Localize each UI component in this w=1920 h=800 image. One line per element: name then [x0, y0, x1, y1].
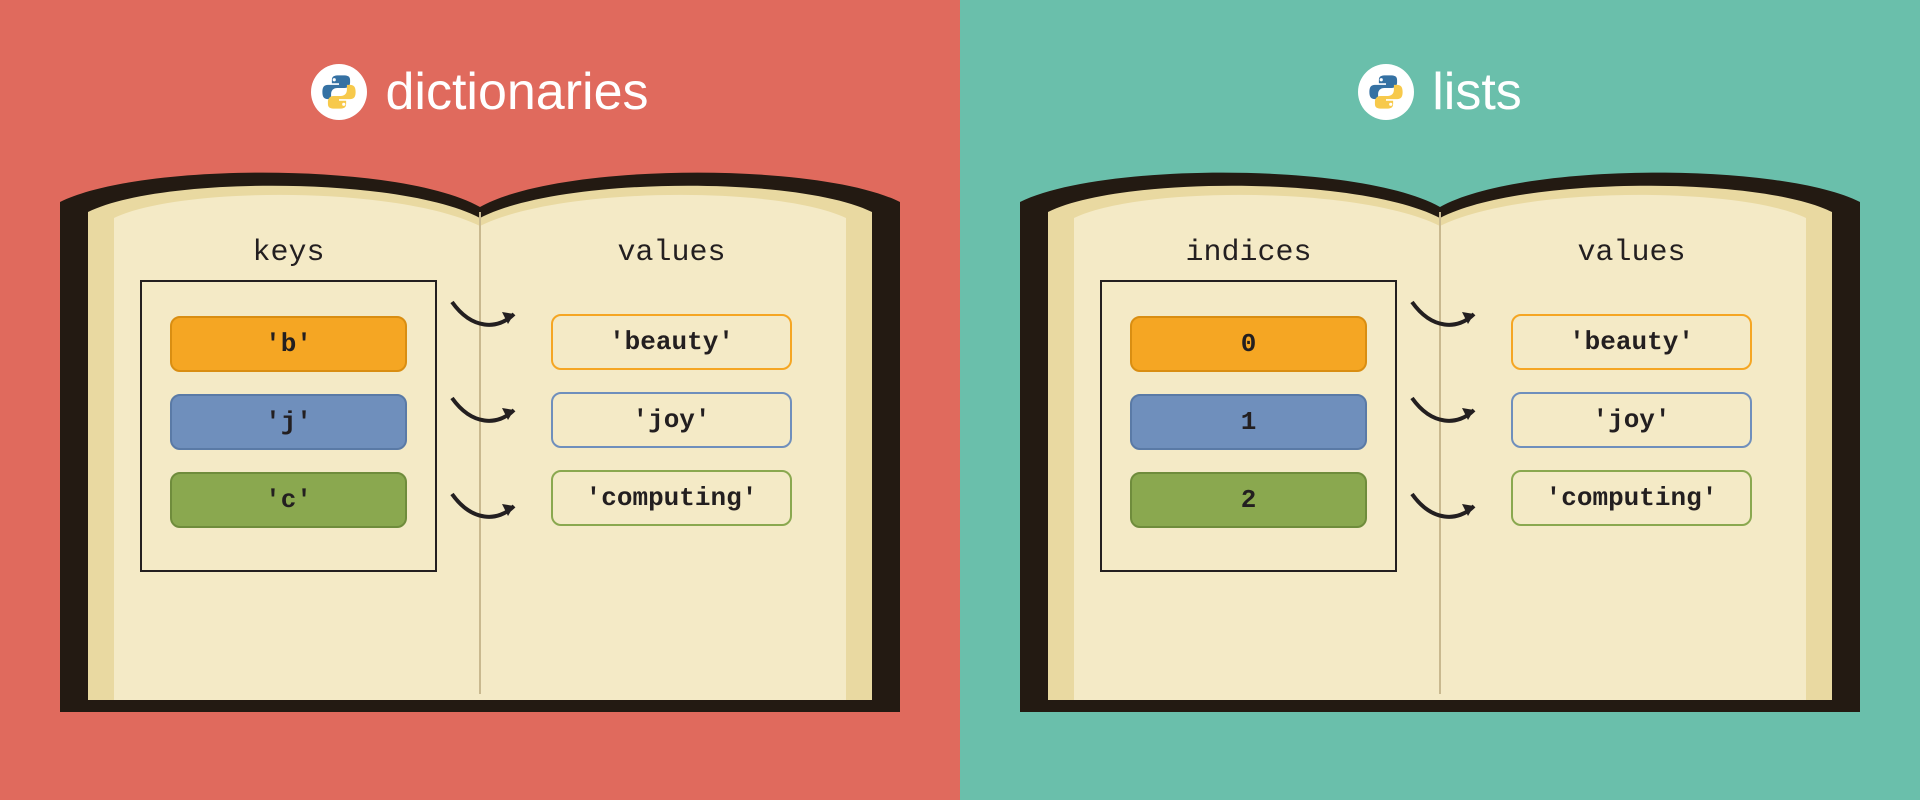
page-indices: indices 0 1 2 [1058, 212, 1441, 694]
list-index-1: 1 [1130, 394, 1367, 450]
list-value-0: 'beauty' [1511, 314, 1752, 370]
title-row-lists: lists [1358, 62, 1522, 122]
dict-value-2: 'computing' [551, 470, 792, 526]
values-frame: 'beauty' 'joy' 'computing' [523, 280, 820, 568]
page-keys: keys 'b' 'j' 'c' [98, 212, 481, 694]
panel-lists: lists indices 0 1 2 values [960, 0, 1920, 800]
values-frame: 'beauty' 'joy' 'computing' [1483, 280, 1780, 568]
panel-title: dictionaries [385, 62, 648, 122]
arrow-icon [448, 482, 528, 534]
list-value-1: 'joy' [1511, 392, 1752, 448]
dict-key-2: 'c' [170, 472, 407, 528]
keys-frame: 'b' 'j' 'c' [140, 280, 437, 572]
dict-value-0: 'beauty' [551, 314, 792, 370]
title-row-dictionaries: dictionaries [311, 62, 648, 122]
python-logo-icon [311, 64, 367, 120]
arrow-icon [1408, 482, 1488, 534]
arrow-icon [1408, 386, 1488, 438]
column-header-values: values [517, 236, 826, 270]
dict-value-1: 'joy' [551, 392, 792, 448]
book-dictionaries: keys 'b' 'j' 'c' values 'beauty' 'joy' '… [60, 152, 900, 712]
arrow-icon [448, 386, 528, 438]
book-pages: indices 0 1 2 values 'beauty' 'joy' 'com… [1058, 212, 1822, 694]
column-header-keys: keys [134, 236, 443, 270]
book-lists: indices 0 1 2 values 'beauty' 'joy' 'com… [1020, 152, 1860, 712]
list-index-2: 2 [1130, 472, 1367, 528]
page-values: values 'beauty' 'joy' 'computing' [1441, 212, 1822, 694]
panel-title: lists [1432, 62, 1522, 122]
dict-key-1: 'j' [170, 394, 407, 450]
panel-dictionaries: dictionaries keys 'b' 'j' 'c' values [0, 0, 960, 800]
diagram-root: dictionaries keys 'b' 'j' 'c' values [0, 0, 1920, 800]
page-values: values 'beauty' 'joy' 'computing' [481, 212, 862, 694]
dict-key-0: 'b' [170, 316, 407, 372]
book-pages: keys 'b' 'j' 'c' values 'beauty' 'joy' '… [98, 212, 862, 694]
indices-frame: 0 1 2 [1100, 280, 1397, 572]
list-index-0: 0 [1130, 316, 1367, 372]
arrow-icon [1408, 290, 1488, 342]
column-header-values: values [1477, 236, 1786, 270]
arrow-icon [448, 290, 528, 342]
column-header-indices: indices [1094, 236, 1403, 270]
python-logo-icon [1358, 64, 1414, 120]
list-value-2: 'computing' [1511, 470, 1752, 526]
